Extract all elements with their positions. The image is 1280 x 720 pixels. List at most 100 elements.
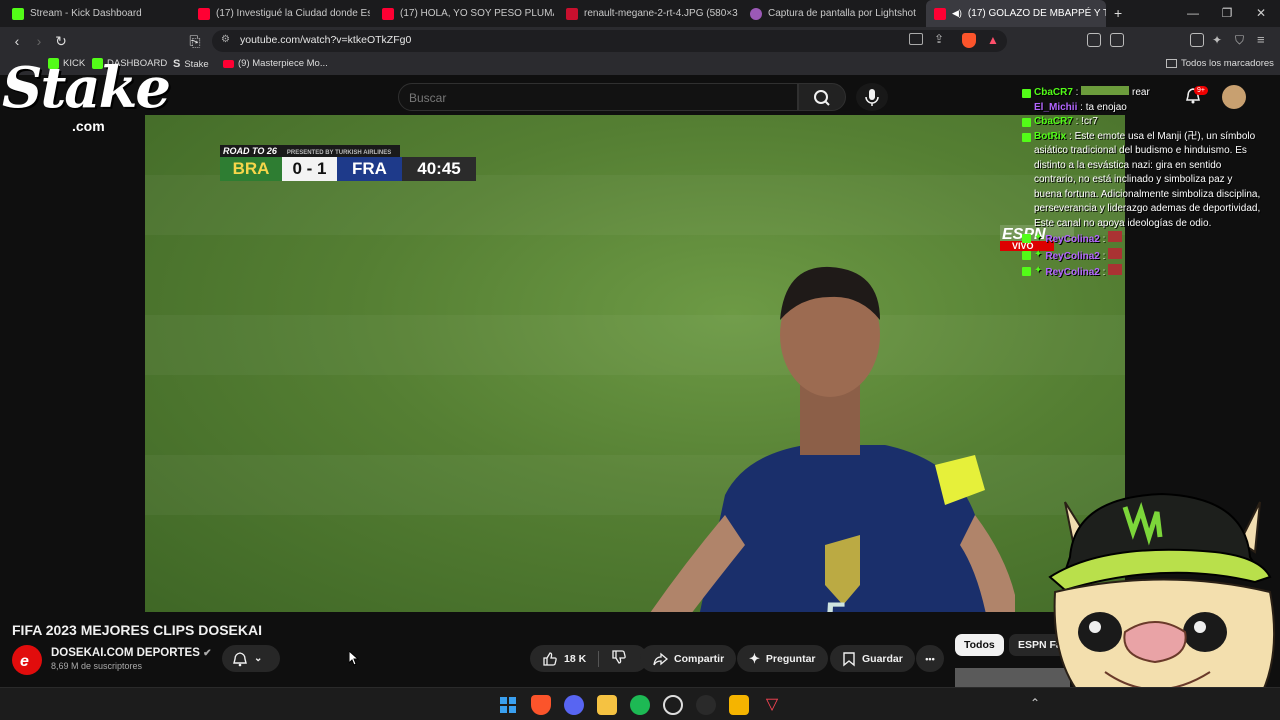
reload-button[interactable]: ↻ [52, 32, 70, 50]
stake-logo: Stake .com [2, 58, 177, 138]
thumbs-up-icon [543, 651, 557, 666]
steam-icon[interactable] [696, 695, 716, 715]
share-label: Compartir [674, 652, 725, 665]
subscribed-button[interactable]: ⌄ [222, 645, 280, 672]
youtube-icon [223, 59, 234, 68]
minimize-button[interactable]: — [1176, 0, 1210, 27]
brave-icon[interactable] [531, 695, 551, 715]
sidebar-icon[interactable] [1190, 33, 1204, 47]
video-title: FIFA 2023 MEJORES CLIPS DOSEKAI [12, 622, 262, 638]
tab-title: (17) GOLAZO DE MBAPPÉ Y T [967, 8, 1106, 19]
tab-title: (17) Investigué la Ciudad donde Esco [216, 8, 370, 19]
youtube-icon [382, 7, 394, 20]
chat-message: ✦ ReyColina2 : [1022, 247, 1262, 265]
save-button[interactable]: Guardar [830, 645, 915, 672]
player-figure: 5 [650, 266, 1015, 612]
discord-icon[interactable] [564, 695, 584, 715]
vpn-icon[interactable]: ⛉ [1235, 33, 1244, 48]
speaker-icon: ◀) [952, 8, 962, 18]
address-toolbar: ‹ › ↻ ⎘ ⚙ youtube.com/watch?v=ktkeOTkZFg… [0, 27, 1280, 55]
share-button[interactable]: Compartir [640, 645, 737, 672]
svg-text:5: 5 [825, 595, 847, 612]
tray-chevron-icon[interactable]: ⌃ [1030, 696, 1040, 710]
chat-message: ✦ ReyColina2 : [1022, 231, 1262, 248]
leo-ai-icon[interactable]: ✦ [1212, 33, 1222, 47]
tab-image[interactable]: renault-megane-2-rt-4.JPG (580×319 [558, 0, 738, 27]
cat-mascot-overlay [1048, 492, 1276, 720]
file-explorer-icon[interactable] [597, 695, 617, 715]
dislike-button[interactable] [611, 649, 627, 668]
kick-badge-icon [1022, 250, 1031, 260]
obs-icon[interactable] [663, 695, 683, 715]
forward-button[interactable]: › [30, 32, 48, 50]
ask-button[interactable]: ✦ Preguntar [737, 645, 828, 672]
kick-badge-icon [1022, 234, 1031, 243]
chevron-down-icon: ⌄ [254, 653, 263, 664]
stake-domain: .com [72, 118, 105, 134]
like-button[interactable]: 18 K [542, 651, 586, 667]
score: 0 - 1 [282, 157, 337, 181]
restore-button[interactable]: ❐ [1210, 0, 1244, 27]
rockstar-icon[interactable] [729, 695, 749, 715]
folder-icon [1166, 59, 1177, 68]
tab-youtube-2[interactable]: (17) HOLA, YO SOY PESO PLUMA // I [374, 0, 554, 27]
url-text: youtube.com/watch?v=ktkeOTkZFg0 [240, 34, 412, 46]
espn-e-icon: e [14, 647, 40, 673]
tab-kick-dashboard[interactable]: Stream - Kick Dashboard [4, 0, 189, 27]
tab-title: renault-megane-2-rt-4.JPG (580×319 [584, 8, 738, 19]
browser-tab-strip: Stream - Kick Dashboard (17) Investigué … [0, 0, 1280, 27]
bell-icon [233, 651, 247, 666]
save-label: Guardar [862, 652, 903, 665]
windows-start-icon[interactable] [498, 695, 518, 715]
bookmark-stake[interactable]: S Stake [173, 58, 209, 70]
tab-lightshot[interactable]: Captura de pantalla por Lightshot [742, 0, 922, 27]
spotify-icon[interactable] [630, 695, 650, 715]
image-icon [566, 7, 578, 20]
search-icon [814, 90, 830, 106]
kick-badge-icon [1022, 118, 1031, 127]
brave-rewards-icon[interactable]: ▲ [987, 33, 999, 47]
url-bar[interactable]: ⚙ youtube.com/watch?v=ktkeOTkZFg0 ⇪ ▲ [212, 30, 1007, 52]
close-window-button[interactable]: ✕ [1244, 0, 1278, 27]
video-player[interactable]: ROAD TO 26 PRESENTED BY TURKISH AIRLINES … [145, 115, 1125, 612]
brave-shields-icon[interactable] [962, 33, 976, 48]
valorant-icon[interactable]: ▽ [762, 695, 782, 715]
tab-title: (17) HOLA, YO SOY PESO PLUMA // I [400, 8, 554, 19]
extensions-icon[interactable] [1087, 33, 1101, 47]
tab-youtube-active[interactable]: ◀) (17) GOLAZO DE MBAPPÉ Y T ✕ [926, 0, 1106, 27]
sparkle-icon: ✦ [749, 650, 760, 666]
chat-message: El_Michii : ta enojao [1034, 101, 1127, 113]
voice-search-button[interactable] [856, 83, 888, 111]
tournament-banner: ROAD TO 26 PRESENTED BY TURKISH AIRLINES [220, 145, 400, 157]
back-button[interactable]: ‹ [8, 32, 26, 50]
cast-icon[interactable] [909, 33, 923, 45]
wallet-icon[interactable] [1110, 33, 1124, 47]
search-input[interactable]: Buscar [398, 83, 798, 111]
tab-youtube-1[interactable]: (17) Investigué la Ciudad donde Esco [190, 0, 370, 27]
match-clock: 40:45 [402, 157, 476, 181]
away-team: FRA [337, 157, 402, 181]
tab-title: Stream - Kick Dashboard [30, 8, 142, 19]
svg-text:e: e [20, 653, 29, 670]
chat-message: CbaCR7 : !cr7 [1022, 115, 1262, 130]
channel-name[interactable]: DOSEKAI.COM DEPORTES ✔ [51, 647, 211, 659]
windows-taskbar: ▽ ⌃ [0, 687, 1280, 720]
all-bookmarks[interactable]: Todos los marcadores [1166, 58, 1274, 69]
like-count: 18 K [564, 652, 587, 665]
share-icon[interactable]: ⇪ [934, 32, 944, 46]
search-button[interactable] [798, 83, 846, 111]
more-actions-button[interactable]: ••• [916, 645, 944, 672]
bookmark-label: Todos los marcadores [1181, 58, 1274, 69]
channel-avatar[interactable]: e [12, 645, 42, 675]
youtube-icon [934, 7, 946, 20]
subscriber-count: 8,69 M de suscriptores [51, 661, 143, 671]
new-tab-button[interactable]: + [1114, 5, 1122, 21]
menu-icon[interactable]: ≡ [1257, 32, 1265, 47]
scorebug: ROAD TO 26 PRESENTED BY TURKISH AIRLINES … [220, 145, 476, 183]
lightshot-icon [750, 7, 762, 20]
bookmark-icon[interactable]: ⎘ [186, 32, 204, 50]
kick-icon [12, 7, 24, 20]
site-settings-icon[interactable]: ⚙ [221, 34, 230, 45]
chip-all[interactable]: Todos [955, 634, 1004, 656]
bookmark-youtube[interactable]: (9) Masterpiece Mo... [223, 58, 328, 69]
